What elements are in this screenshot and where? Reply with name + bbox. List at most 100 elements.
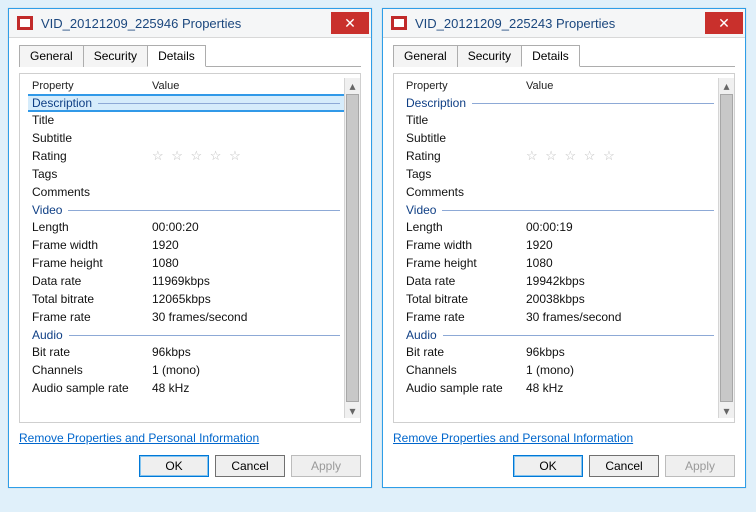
property-row[interactable]: Channels1 (mono) bbox=[402, 361, 718, 379]
property-row[interactable]: Audio sample rate48 kHz bbox=[28, 379, 344, 397]
app-icon bbox=[15, 13, 35, 33]
column-headers: PropertyValue bbox=[28, 78, 344, 94]
property-list[interactable]: PropertyValueDescriptionTitleSubtitleRat… bbox=[402, 78, 718, 418]
col-property: Property bbox=[32, 80, 152, 92]
property-label: Tags bbox=[406, 166, 526, 182]
section-divider bbox=[98, 103, 340, 104]
section-divider bbox=[443, 335, 714, 336]
property-row[interactable]: Frame width1920 bbox=[402, 236, 718, 254]
property-value: ☆ ☆ ☆ ☆ ☆ bbox=[152, 148, 340, 164]
property-list[interactable]: PropertyValueDescriptionTitleSubtitleRat… bbox=[28, 78, 344, 418]
property-row[interactable]: Bit rate96kbps bbox=[28, 343, 344, 361]
properties-window: VID_20121209_225946 Properties✕GeneralSe… bbox=[8, 8, 372, 488]
property-row[interactable]: Frame height1080 bbox=[402, 254, 718, 272]
scroll-up-icon[interactable]: ▴ bbox=[719, 78, 734, 93]
property-row[interactable]: Frame height1080 bbox=[28, 254, 344, 272]
property-row[interactable]: Comments bbox=[28, 183, 344, 201]
property-row[interactable]: Length00:00:20 bbox=[28, 218, 344, 236]
property-label: Rating bbox=[406, 148, 526, 164]
scroll-down-icon[interactable]: ▾ bbox=[719, 403, 734, 418]
property-label: Length bbox=[32, 219, 152, 235]
tab-details[interactable]: Details bbox=[147, 45, 206, 67]
property-label: Subtitle bbox=[32, 130, 152, 146]
property-label: Title bbox=[406, 112, 526, 128]
remove-properties-link[interactable]: Remove Properties and Personal Informati… bbox=[19, 431, 259, 445]
property-row[interactable]: Title bbox=[402, 111, 718, 129]
section-title: Video bbox=[402, 203, 436, 217]
properties-window: VID_20121209_225243 Properties ✕ GeneralSe… bbox=[382, 8, 746, 488]
section-divider bbox=[68, 210, 340, 211]
ok-button[interactable]: OK bbox=[139, 455, 209, 477]
ok-button[interactable]: OK bbox=[513, 455, 583, 477]
cancel-button[interactable]: Cancel bbox=[215, 455, 285, 477]
close-icon: ✕ bbox=[718, 16, 730, 30]
property-value: 96kbps bbox=[526, 344, 714, 360]
property-row[interactable]: Data rate11969kbps bbox=[28, 272, 344, 290]
scrollbar[interactable]: ▴▾ bbox=[344, 78, 360, 418]
section-divider bbox=[442, 210, 714, 211]
property-value: 1 (mono) bbox=[526, 362, 714, 378]
property-row[interactable]: Tags bbox=[402, 165, 718, 183]
section-divider bbox=[69, 335, 340, 336]
property-row[interactable]: Channels1 (mono) bbox=[28, 361, 344, 379]
property-row[interactable]: Data rate19942kbps bbox=[402, 272, 718, 290]
titlebar[interactable]: VID_20121209_225946 Properties✕ bbox=[9, 9, 371, 38]
property-row[interactable]: Subtitle bbox=[28, 129, 344, 147]
property-label: Bit rate bbox=[32, 344, 152, 360]
property-label: Subtitle bbox=[406, 130, 526, 146]
close-button[interactable]: ✕ bbox=[331, 12, 369, 34]
property-label: Length bbox=[406, 219, 526, 235]
property-row[interactable]: Rating☆ ☆ ☆ ☆ ☆ bbox=[28, 147, 344, 165]
details-panel: PropertyValueDescriptionTitleSubtitleRat… bbox=[19, 73, 361, 423]
section-video[interactable]: Video bbox=[28, 203, 344, 217]
property-row[interactable]: Total bitrate12065kbps bbox=[28, 290, 344, 308]
property-value bbox=[152, 130, 340, 146]
section-audio[interactable]: Audio bbox=[402, 328, 718, 342]
property-label: Bit rate bbox=[406, 344, 526, 360]
section-title: Video bbox=[28, 203, 62, 217]
cancel-button[interactable]: Cancel bbox=[589, 455, 659, 477]
property-value bbox=[526, 166, 714, 182]
scrollbar-thumb[interactable] bbox=[346, 94, 359, 402]
scrollbar[interactable]: ▴▾ bbox=[718, 78, 734, 418]
apply-button: Apply bbox=[291, 455, 361, 477]
property-row[interactable]: Bit rate96kbps bbox=[402, 343, 718, 361]
property-row[interactable]: Rating☆ ☆ ☆ ☆ ☆ bbox=[402, 147, 718, 165]
property-value: 1 (mono) bbox=[152, 362, 340, 378]
property-row[interactable]: Audio sample rate48 kHz bbox=[402, 379, 718, 397]
col-value: Value bbox=[526, 80, 714, 92]
section-description[interactable]: Description bbox=[402, 96, 718, 110]
scrollbar-thumb[interactable] bbox=[720, 94, 733, 402]
property-row[interactable]: Title bbox=[28, 111, 344, 129]
tab-security[interactable]: Security bbox=[457, 45, 522, 67]
property-label: Channels bbox=[406, 362, 526, 378]
property-row[interactable]: Tags bbox=[28, 165, 344, 183]
property-label: Comments bbox=[32, 184, 152, 200]
property-row[interactable]: Comments bbox=[402, 183, 718, 201]
section-video[interactable]: Video bbox=[402, 203, 718, 217]
tab-security[interactable]: Security bbox=[83, 45, 148, 67]
property-row[interactable]: Length00:00:19 bbox=[402, 218, 718, 236]
scroll-down-icon[interactable]: ▾ bbox=[345, 403, 360, 418]
property-row[interactable]: Frame width1920 bbox=[28, 236, 344, 254]
window-body: GeneralSecurityDetails PropertyValue Descr… bbox=[9, 38, 371, 487]
titlebar[interactable]: VID_20121209_225243 Properties ✕ bbox=[383, 9, 745, 38]
tab-general[interactable]: General bbox=[19, 45, 84, 67]
property-row[interactable]: Total bitrate20038kbps bbox=[402, 290, 718, 308]
tab-general[interactable]: General bbox=[393, 45, 458, 67]
section-audio[interactable]: Audio bbox=[28, 328, 344, 342]
property-value bbox=[526, 184, 714, 200]
remove-properties-link[interactable]: Remove Properties and Personal Informati… bbox=[393, 431, 633, 445]
property-label: Rating bbox=[32, 148, 152, 164]
close-button[interactable]: ✕ bbox=[705, 12, 743, 34]
property-row[interactable]: Frame rate30 frames/second bbox=[28, 308, 344, 326]
property-label: Comments bbox=[406, 184, 526, 200]
section-description[interactable]: Description bbox=[28, 96, 344, 110]
property-row[interactable]: Subtitle bbox=[402, 129, 718, 147]
tab-details[interactable]: Details bbox=[521, 45, 580, 67]
window-title: VID_20121209_225243 Properties bbox=[415, 16, 705, 31]
property-value: 1080 bbox=[526, 255, 714, 271]
scroll-up-icon[interactable]: ▴ bbox=[345, 78, 360, 93]
property-row[interactable]: Frame rate30 frames/second bbox=[402, 308, 718, 326]
property-value bbox=[152, 112, 340, 128]
